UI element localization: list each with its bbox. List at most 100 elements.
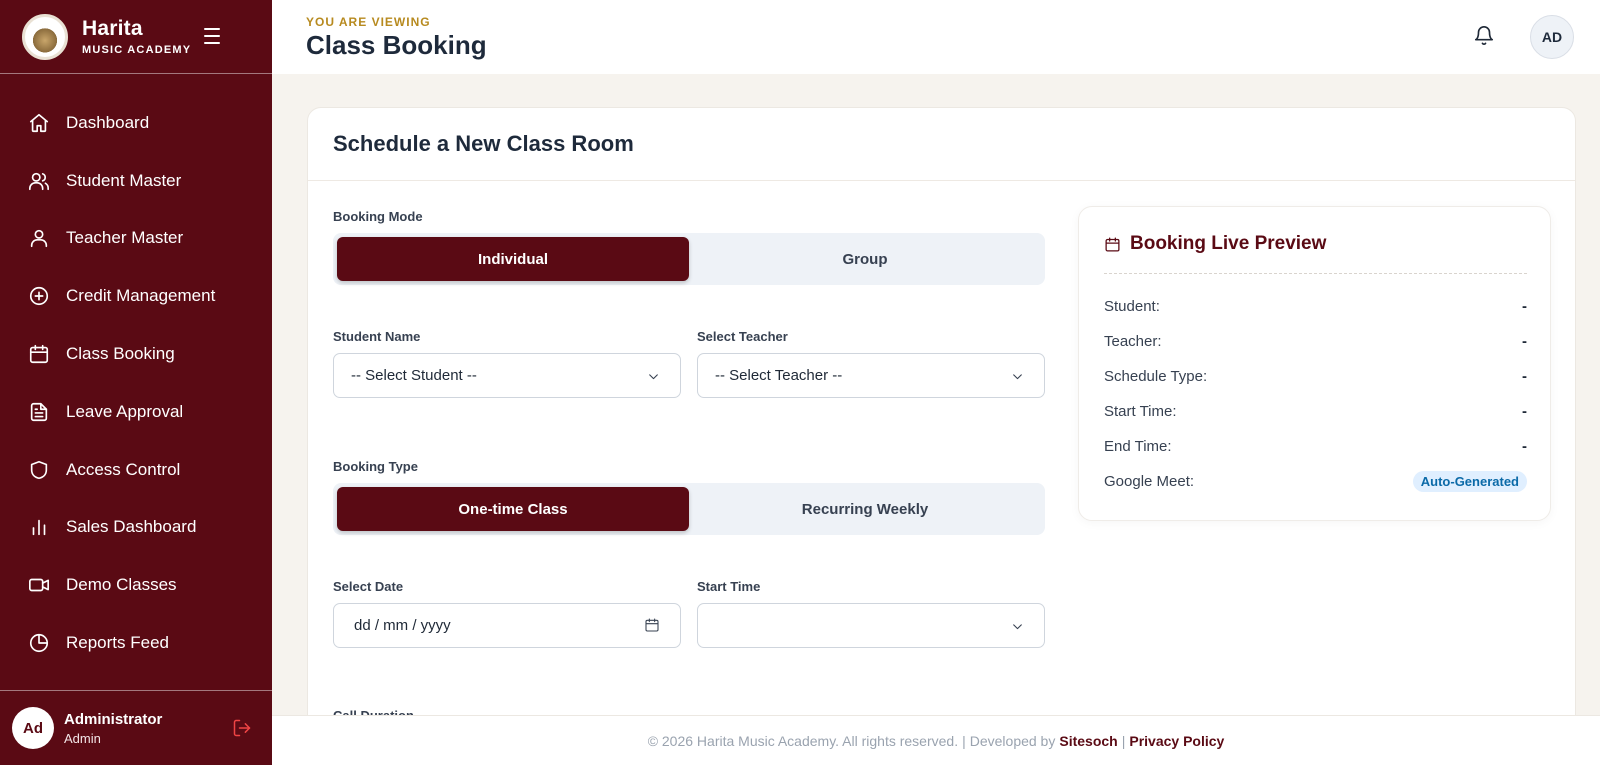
footer-copyright: © 2026 Harita Music Academy. All rights … <box>647 732 959 749</box>
profile-avatar[interactable]: AD <box>1530 15 1574 59</box>
sidebar-user: Ad Administrator Admin <box>0 690 272 765</box>
booking-mode-toggle: Individual Group <box>333 233 1045 285</box>
sidebar-item-credit-management[interactable]: Credit Management <box>0 267 272 325</box>
select-date-label: Select Date <box>333 579 404 594</box>
notifications-button[interactable] <box>1473 25 1495 52</box>
sidebar-item-label: Demo Classes <box>66 575 177 595</box>
teacher-select-value: -- Select Teacher -- <box>715 367 843 384</box>
topbar: YOU ARE VIEWING Class Booking AD <box>272 0 1600 74</box>
booking-type-recurring[interactable]: Recurring Weekly <box>689 487 1041 531</box>
academy-logo <box>22 13 68 60</box>
sidebar-item-label: Teacher Master <box>66 228 184 248</box>
preview-label: End Time: <box>1104 437 1172 455</box>
sidebar-item-label: Student Master <box>66 170 182 190</box>
preview-title: Booking Live Preview <box>1130 233 1327 254</box>
pie-chart-icon <box>29 633 49 653</box>
footer-developed-by: Developed by <box>969 732 1056 749</box>
card-title: Schedule a New Class Room <box>333 131 634 156</box>
user-role: Admin <box>64 730 101 746</box>
footer-separator: | <box>962 732 966 749</box>
sidebar: Harita MUSIC ACADEMY Dashboard Student M… <box>0 0 272 765</box>
card-header: Schedule a New Class Room <box>308 108 1575 181</box>
booking-type-label: Booking Type <box>333 459 418 474</box>
calendar-icon <box>1105 236 1120 252</box>
home-icon <box>29 113 49 132</box>
footer: © 2026 Harita Music Academy. All rights … <box>272 715 1600 765</box>
booking-mode-individual[interactable]: Individual <box>337 237 689 281</box>
bar-chart-icon <box>32 520 46 536</box>
sidebar-item-label: Leave Approval <box>66 401 184 421</box>
brand: Harita MUSIC ACADEMY <box>0 0 272 74</box>
preview-label: Schedule Type: <box>1104 367 1208 385</box>
preview-row-teacher: Teacher: - <box>1104 329 1527 353</box>
booking-card: Schedule a New Class Room Booking Mode I… <box>307 107 1576 765</box>
menu-toggle-icon[interactable] <box>204 28 224 44</box>
preview-value: - <box>1522 332 1527 350</box>
video-icon <box>29 578 49 592</box>
student-select-value: -- Select Student -- <box>351 367 477 384</box>
booking-type-one-time[interactable]: One-time Class <box>337 487 689 531</box>
sidebar-item-access-control[interactable]: Access Control <box>0 441 272 499</box>
preview-row-student: Student: - <box>1104 294 1527 318</box>
user-icon <box>30 230 48 248</box>
privacy-policy-link[interactable]: Privacy Policy <box>1129 733 1224 749</box>
sidebar-item-label: Reports Feed <box>66 633 169 653</box>
chevron-down-icon <box>1013 624 1022 630</box>
preview-value: - <box>1522 367 1527 385</box>
status-badge: Auto-Generated <box>1412 470 1527 492</box>
shield-icon <box>30 460 48 479</box>
page-eyebrow: YOU ARE VIEWING <box>306 15 431 29</box>
users-icon <box>29 172 49 190</box>
sidebar-item-teacher-master[interactable]: Teacher Master <box>0 210 272 268</box>
sidebar-item-label: Dashboard <box>66 112 150 132</box>
sidebar-item-sales-dashboard[interactable]: Sales Dashboard <box>0 499 272 557</box>
sidebar-nav: Dashboard Student Master Teacher Master … <box>0 74 272 672</box>
preview-value: - <box>1522 297 1527 315</box>
plus-circle-icon <box>29 287 49 306</box>
preview-value: - <box>1522 402 1527 420</box>
logout-icon <box>233 719 251 737</box>
booking-mode-group[interactable]: Group <box>689 237 1041 281</box>
student-name-label: Student Name <box>333 329 421 344</box>
date-placeholder: dd / mm / yyyy <box>354 617 451 634</box>
preview-value: - <box>1522 437 1527 455</box>
user-name: Administrator <box>64 710 163 728</box>
brand-subtitle: MUSIC ACADEMY <box>82 44 192 56</box>
sidebar-item-leave-approval[interactable]: Leave Approval <box>0 383 272 441</box>
preview-divider <box>1104 273 1527 274</box>
chevron-down-icon <box>1013 374 1022 380</box>
sidebar-item-demo-classes[interactable]: Demo Classes <box>0 556 272 614</box>
sidebar-item-label: Sales Dashboard <box>66 517 197 537</box>
teacher-select[interactable]: -- Select Teacher -- <box>697 353 1045 398</box>
sidebar-item-label: Credit Management <box>66 286 216 306</box>
bell-icon <box>1474 26 1494 45</box>
booking-live-preview: Booking Live Preview Student: - Teacher:… <box>1078 206 1551 521</box>
preview-row-schedule-type: Schedule Type: - <box>1104 364 1527 388</box>
logout-button[interactable] <box>232 718 252 743</box>
calendar-icon <box>29 345 49 364</box>
avatar: Ad <box>12 707 54 749</box>
sidebar-item-label: Access Control <box>66 459 181 479</box>
developer-link[interactable]: Sitesoch <box>1059 733 1117 749</box>
preview-row-google-meet: Google Meet: Auto-Generated <box>1104 469 1527 493</box>
preview-row-end-time: End Time: - <box>1104 434 1527 458</box>
date-input[interactable]: dd / mm / yyyy <box>333 603 681 648</box>
preview-label: Start Time: <box>1104 402 1177 420</box>
calendar-icon <box>645 618 659 632</box>
footer-separator: | <box>1121 732 1126 749</box>
sidebar-item-class-booking[interactable]: Class Booking <box>0 325 272 383</box>
student-select[interactable]: -- Select Student -- <box>333 353 681 398</box>
chevron-down-icon <box>649 374 658 380</box>
sidebar-item-reports-feed[interactable]: Reports Feed <box>0 614 272 672</box>
sidebar-item-dashboard[interactable]: Dashboard <box>0 94 272 152</box>
start-time-select[interactable] <box>697 603 1045 648</box>
start-time-label: Start Time <box>697 579 761 594</box>
sidebar-item-label: Class Booking <box>66 344 175 364</box>
preview-label: Google Meet: <box>1104 472 1195 490</box>
brand-name: Harita <box>82 17 143 40</box>
preview-label: Student: <box>1104 297 1160 315</box>
sidebar-item-student-master[interactable]: Student Master <box>0 152 272 210</box>
preview-row-start-time: Start Time: - <box>1104 399 1527 423</box>
select-teacher-label: Select Teacher <box>697 329 788 344</box>
booking-type-toggle: One-time Class Recurring Weekly <box>333 483 1045 535</box>
